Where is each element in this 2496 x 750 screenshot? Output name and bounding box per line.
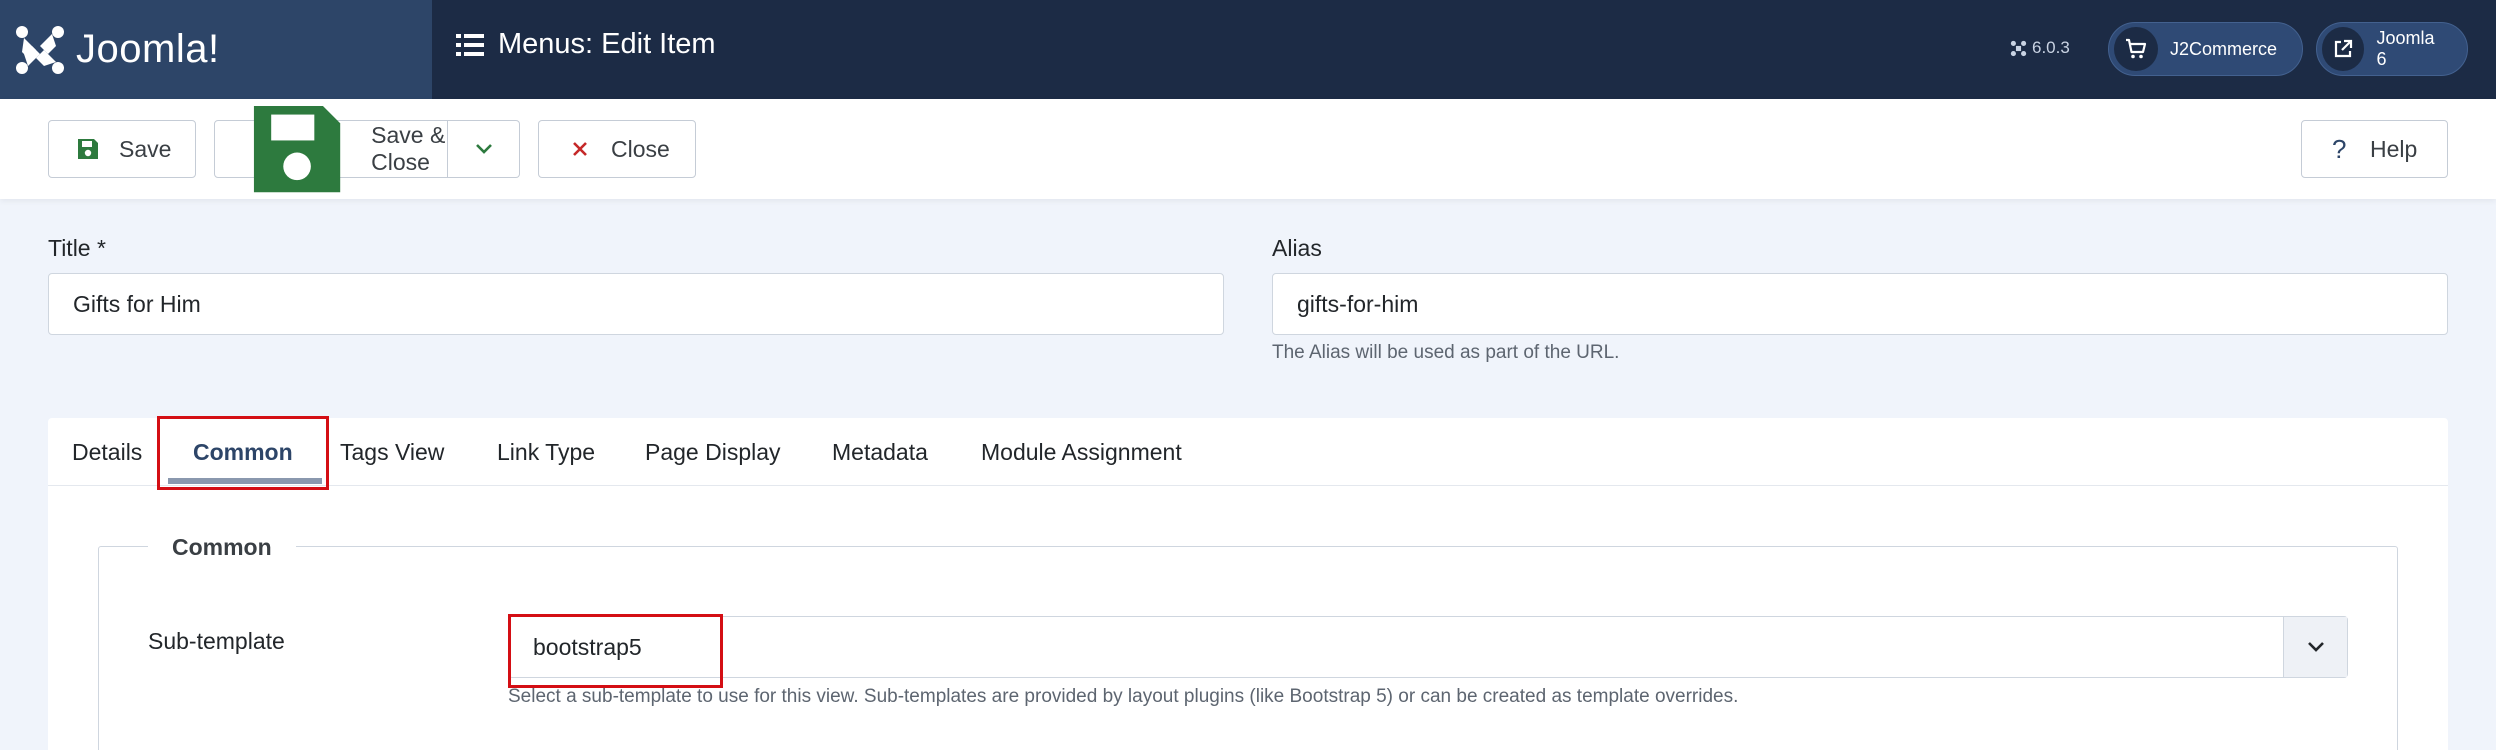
highlight-common-tab — [157, 416, 329, 490]
question-icon: ? — [2332, 133, 2347, 164]
save-options-dropdown[interactable] — [448, 120, 520, 178]
help-button[interactable]: ? Help — [2301, 120, 2448, 178]
brand[interactable]: Joomla! — [0, 0, 432, 99]
close-button[interactable]: Close — [538, 120, 696, 178]
close-label: Close — [611, 135, 670, 162]
subtemplate-help-text: Select a sub-template to use for this vi… — [508, 686, 1739, 707]
title-label: Title * — [48, 235, 106, 261]
save-icon — [78, 139, 98, 159]
tab-tags-view[interactable]: Tags View — [340, 418, 444, 486]
close-icon — [573, 142, 587, 156]
external-link-icon-wrap — [2322, 27, 2365, 71]
alias-label: Alias — [1272, 235, 1322, 261]
alias-field[interactable]: gifts-for-him — [1272, 273, 2448, 335]
version-info: 6.0.3 — [2010, 38, 2070, 58]
save-button[interactable]: Save — [48, 120, 196, 178]
page-title: Menus: Edit Item — [456, 28, 716, 61]
version-text: 6.0.3 — [2032, 38, 2070, 57]
tab-link-type[interactable]: Link Type — [497, 418, 595, 486]
joomla-logo-icon — [16, 25, 64, 74]
select-caret[interactable] — [2283, 617, 2347, 677]
save-icon — [253, 105, 341, 193]
list-icon — [456, 33, 484, 56]
top-header: Joomla! Menus: Edit Item 6.0.3 J2Commerc… — [0, 0, 2496, 99]
cart-icon — [2126, 38, 2147, 59]
highlight-subtemplate-value — [508, 614, 723, 688]
joomla6-label: Joomla 6 — [2376, 28, 2435, 69]
toolbar: Save Save & Close Close ? Help — [0, 99, 2496, 199]
external-link-icon — [2335, 39, 2353, 58]
help-label: Help — [2370, 135, 2418, 162]
page-title-text: Menus: Edit Item — [498, 28, 716, 60]
chevron-down-icon — [475, 144, 492, 154]
save-label: Save — [119, 135, 172, 162]
subtemplate-label: Sub-template — [148, 628, 285, 654]
tab-page-display[interactable]: Page Display — [645, 418, 781, 486]
chevron-down-icon — [2307, 642, 2324, 652]
save-close-label: Save & Close — [371, 122, 446, 175]
tab-module-assignment[interactable]: Module Assignment — [981, 418, 1182, 486]
title-field[interactable]: Gifts for Him — [48, 273, 1224, 335]
save-close-group: Save & Close — [214, 105, 520, 193]
tab-bar: Details Common Tags View Link Type Page … — [48, 418, 2448, 486]
joomla6-site-button[interactable]: Joomla 6 — [2316, 22, 2468, 76]
alias-help-text: The Alias will be used as part of the UR… — [1272, 342, 1620, 363]
cart-icon-wrap — [2114, 27, 2158, 71]
j2commerce-button[interactable]: J2Commerce — [2108, 22, 2303, 76]
tab-metadata[interactable]: Metadata — [832, 418, 928, 486]
save-close-button[interactable]: Save & Close — [214, 105, 448, 193]
brand-name: Joomla! — [76, 27, 220, 71]
fieldset-legend: Common — [148, 534, 296, 561]
tab-details[interactable]: Details — [72, 418, 142, 486]
joomla-small-icon — [2010, 40, 2027, 56]
subtemplate-select[interactable]: bootstrap5 — [508, 616, 2348, 678]
j2commerce-label: J2Commerce — [2170, 38, 2278, 59]
tabs-card: Details Common Tags View Link Type Page … — [48, 418, 2448, 750]
